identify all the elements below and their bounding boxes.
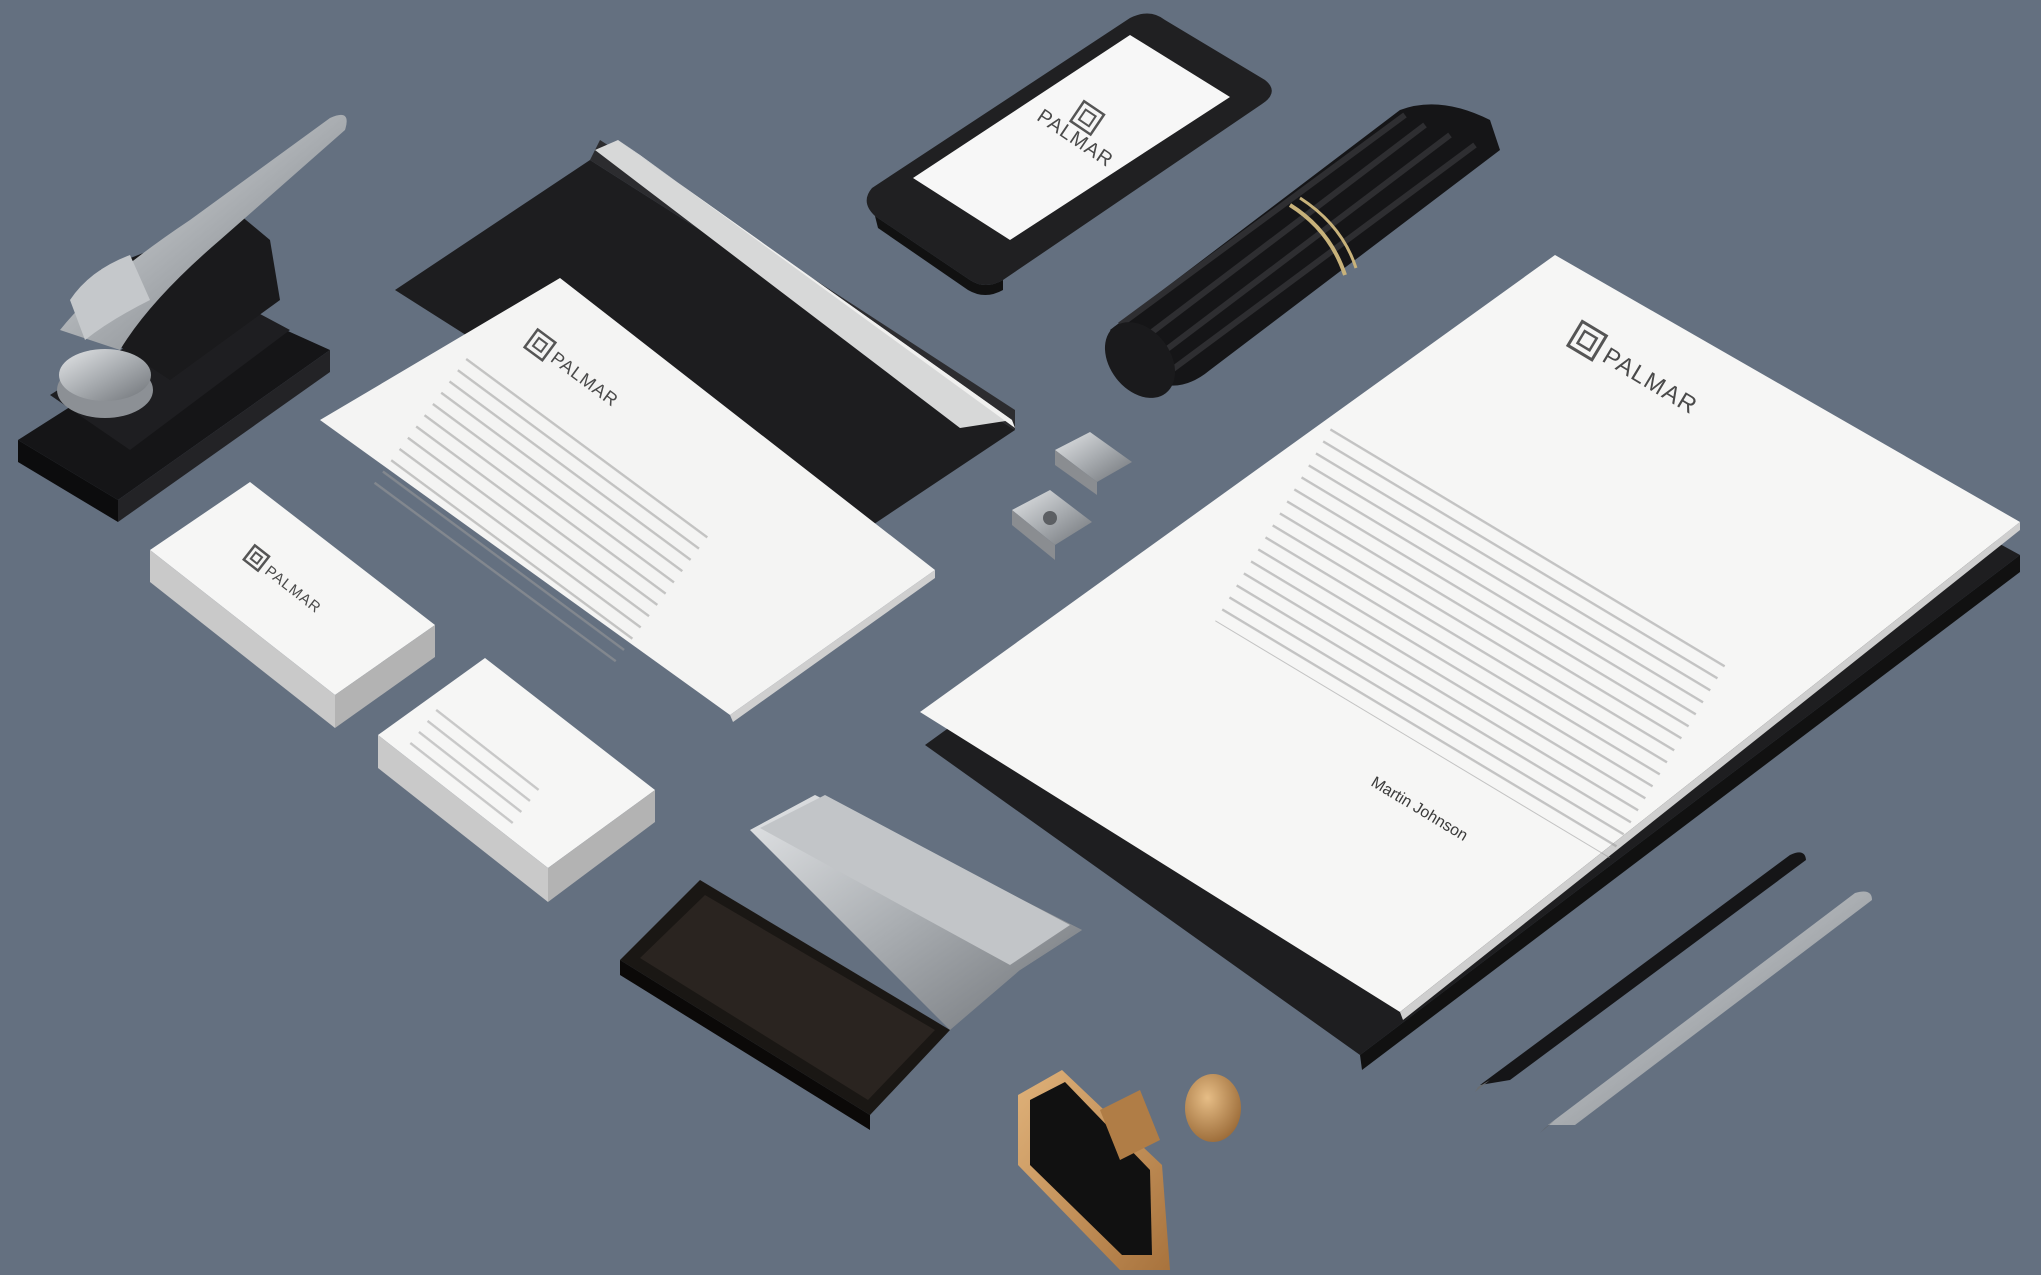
ink-pad — [620, 795, 1082, 1130]
business-card-stack-back — [378, 658, 655, 902]
stationery-mockup-scene: PALMAR PALMAR PALMAR Martin Johnson PALM… — [18, 13, 2020, 1270]
smartphone: PALMAR — [866, 13, 1272, 295]
business-card-stack-front: PALMAR — [150, 482, 435, 728]
pencil-sharpeners — [1012, 432, 1132, 560]
embosser-stamp — [18, 114, 347, 522]
rubber-stamp — [1018, 1070, 1241, 1270]
